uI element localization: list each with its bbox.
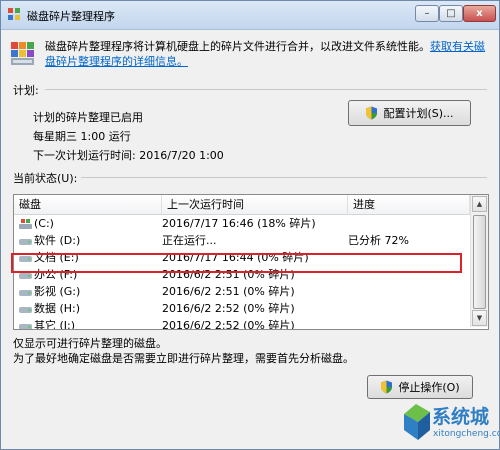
disk-row-d[interactable]: 软件 (D:) 正在运行... 已分析 72%	[14, 233, 470, 249]
disk-row-i[interactable]: 其它 (I:) 2016/6/2 2:52 (0% 碎片)	[14, 318, 470, 330]
close-button[interactable]: x	[463, 5, 496, 22]
drive-icon	[19, 239, 32, 245]
watermark: 系统城 xitongcheng.com	[400, 398, 500, 450]
disk-row-g[interactable]: 影视 (G:) 2016/6/2 2:51 (0% 碎片)	[14, 284, 470, 300]
intro-text: 磁盘碎片整理程序将计算机硬盘上的碎片文件进行合并，以改进文件系统性能。获取有关磁…	[45, 39, 485, 69]
disk-last-run: 2016/6/2 2:52 (0% 碎片)	[162, 319, 295, 330]
current-status-label: 当前状态(U):	[13, 172, 78, 185]
title-bar[interactable]: 磁盘碎片整理程序 – □ x	[1, 1, 499, 30]
schedule-section-label: 计划:	[13, 84, 39, 97]
disk-row-c[interactable]: (C:) 2016/7/17 16:46 (18% 碎片)	[14, 216, 470, 232]
scroll-down-arrow-icon[interactable]: ▼	[472, 310, 487, 326]
drive-icon	[19, 307, 32, 313]
minimize-button[interactable]: –	[415, 5, 439, 22]
stop-operation-button[interactable]: 停止操作(O)	[367, 375, 473, 399]
disk-name: (C:)	[34, 217, 54, 230]
uac-shield-icon	[381, 380, 393, 394]
schedule-status: 计划的碎片整理已启用	[33, 111, 143, 124]
schedule-divider	[45, 89, 487, 90]
configure-schedule-label: 配置计划(S)...	[383, 107, 454, 120]
drive-icon	[19, 324, 32, 329]
defrag-window: 磁盘碎片整理程序 – □ x 磁盘碎片整理程序将计算机硬盘上的碎片文件进行合并，…	[0, 0, 500, 450]
disk-name: 其它 (I:)	[34, 319, 76, 330]
note-line-1: 仅显示可进行碎片整理的磁盘。	[13, 337, 167, 350]
scroll-thumb[interactable]	[473, 215, 486, 309]
configure-schedule-button[interactable]: 配置计划(S)...	[348, 100, 471, 126]
stop-operation-label: 停止操作(O)	[398, 381, 460, 394]
disk-last-run: 2016/7/17 16:46 (18% 碎片)	[162, 217, 316, 230]
list-scrollbar[interactable]: ▲ ▼	[470, 195, 488, 327]
disk-name: 数据 (H:)	[34, 302, 81, 315]
watermark-url: xitongcheng.com	[433, 429, 500, 439]
schedule-frequency: 每星期三 1:00 运行	[33, 130, 131, 143]
scroll-up-arrow-icon[interactable]: ▲	[472, 196, 487, 212]
disk-progress: 已分析 72%	[348, 234, 409, 247]
uac-shield-icon	[366, 106, 378, 120]
column-header-progress[interactable]: 进度	[348, 195, 470, 214]
defrag-app-icon	[8, 8, 20, 20]
disk-name: 影视 (G:)	[34, 285, 81, 298]
disk-last-run: 正在运行...	[162, 234, 217, 247]
maximize-button[interactable]: □	[439, 5, 463, 22]
window-content: 磁盘碎片整理程序将计算机硬盘上的碎片文件进行合并，以改进文件系统性能。获取有关磁…	[1, 30, 499, 449]
disk-list-header: 磁盘 上一次运行时间 进度	[14, 195, 470, 215]
disk-name: 软件 (D:)	[34, 234, 81, 247]
column-header-last-run[interactable]: 上一次运行时间	[162, 195, 348, 214]
disk-last-run: 2016/6/2 2:51 (0% 碎片)	[162, 285, 295, 298]
schedule-next-run: 下一次计划运行时间: 2016/7/20 1:00	[33, 149, 224, 162]
disk-row-h[interactable]: 数据 (H:) 2016/6/2 2:52 (0% 碎片)	[14, 301, 470, 317]
status-divider	[81, 177, 487, 178]
intro-description: 磁盘碎片整理程序将计算机硬盘上的碎片文件进行合并，以改进文件系统性能。	[45, 40, 430, 53]
drive-icon	[19, 290, 32, 296]
disk-last-run: 2016/6/2 2:52 (0% 碎片)	[162, 302, 295, 315]
highlight-annotation	[11, 253, 462, 273]
watermark-logo-icon	[404, 404, 430, 440]
window-title: 磁盘碎片整理程序	[27, 10, 115, 23]
note-line-2: 为了最好地确定磁盘是否需要立即进行碎片整理，需要首先分析磁盘。	[13, 352, 354, 365]
column-header-disk[interactable]: 磁盘	[14, 195, 162, 214]
windows-drive-icon	[19, 219, 32, 229]
watermark-text: 系统城	[432, 406, 490, 428]
defrag-header-icon	[11, 42, 34, 65]
